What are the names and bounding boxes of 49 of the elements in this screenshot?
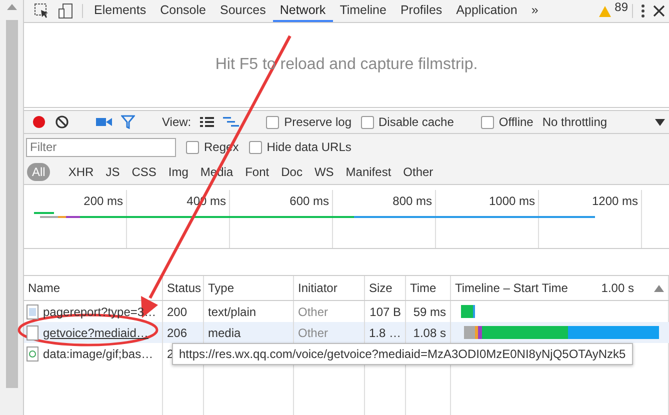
type-filter-button[interactable]: Doc — [276, 163, 308, 181]
option-checkbox[interactable]: Preserve log — [266, 115, 352, 129]
filter-checkbox[interactable]: Hide data URLs — [248, 140, 352, 154]
filter-icon[interactable] — [121, 115, 135, 129]
panel-tab[interactable]: Sources — [212, 0, 273, 22]
camera-icon[interactable] — [96, 116, 112, 128]
warning-count: 89 — [614, 0, 628, 16]
option-checkbox[interactable]: Offline — [480, 115, 534, 129]
dropdown-icon[interactable] — [655, 118, 665, 126]
timeline-scale: 1.00 s — [601, 281, 634, 295]
column-header[interactable]: Type — [204, 276, 294, 300]
type-filter-button[interactable]: Manifest — [340, 163, 396, 181]
type-filter-button[interactable]: JS — [100, 163, 125, 181]
time-tick: 1000 ms — [488, 194, 535, 208]
time-tick: 1200 ms — [592, 194, 638, 208]
type-filter-button[interactable]: XHR — [63, 163, 99, 181]
waterfall-view-icon[interactable] — [223, 116, 240, 128]
file-icon — [26, 324, 40, 340]
column-header[interactable]: Initiator — [294, 276, 365, 300]
type-filter-button[interactable]: Other — [398, 163, 438, 181]
url-tooltip: https://res.wx.qq.com/voice/getvoice?mediaid=MzA3ODI0MzE0NI8yNjQ5OTAyNzk5 — [172, 343, 633, 365]
panel-tab[interactable]: Profiles — [393, 0, 450, 22]
filter-field[interactable]: Filter — [26, 138, 176, 156]
type-filter-button[interactable]: Font — [240, 163, 274, 181]
column-header[interactable]: Size — [365, 276, 406, 300]
panel-tab[interactable]: Timeline — [332, 0, 394, 22]
time-tick: 800 ms — [392, 194, 432, 208]
type-filter-button[interactable]: Img — [163, 163, 194, 181]
panel-tab[interactable]: Elements — [87, 0, 154, 22]
request-name[interactable]: data:image/gif;bas… — [24, 343, 163, 364]
column-header[interactable]: Timeline – Start Time 1.00 s — [451, 276, 669, 300]
record-icon[interactable] — [32, 115, 46, 129]
more-tabs-button[interactable]: » — [524, 0, 546, 22]
clear-icon[interactable] — [55, 115, 69, 129]
type-filter-button[interactable]: CSS — [126, 163, 162, 181]
type-filter-button[interactable]: WS — [309, 163, 339, 181]
column-header[interactable]: Time — [406, 276, 451, 300]
panel-tab[interactable]: Console — [153, 0, 213, 22]
column-header[interactable]: Status — [163, 276, 204, 300]
view-label: View: — [162, 115, 192, 129]
sort-icon[interactable] — [654, 284, 664, 292]
throttling-dropdown[interactable]: No throttling — [542, 115, 646, 129]
panel-tab[interactable]: Application — [449, 0, 524, 22]
panel-tab[interactable]: Network — [272, 0, 333, 22]
scrollbar-thumb[interactable] — [6, 20, 18, 388]
time-tick: 600 ms — [290, 194, 329, 208]
list-view-icon[interactable] — [200, 116, 214, 128]
option-checkbox[interactable]: Disable cache — [360, 115, 454, 129]
time-tick: 200 ms — [84, 194, 123, 208]
